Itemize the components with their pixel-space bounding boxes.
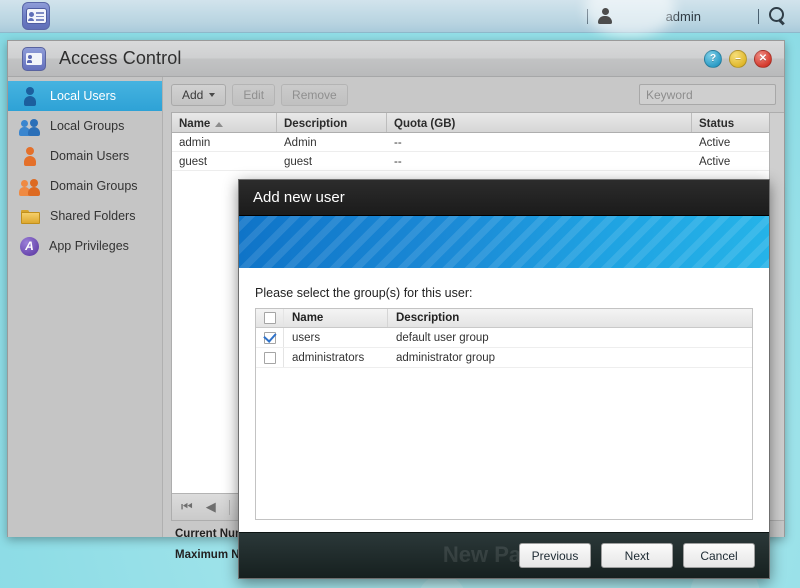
contacts-card-icon[interactable]: [22, 2, 50, 30]
window-titlebar[interactable]: Access Control ? – ✕: [8, 41, 784, 77]
dialog-content: Please select the group(s) for this user…: [239, 268, 769, 532]
sidebar-item-label: Domain Groups: [50, 179, 138, 193]
select-all-checkbox[interactable]: [263, 312, 276, 324]
page-title: Access Control: [59, 48, 182, 68]
contacts-card-icon: [22, 46, 46, 71]
group-description: administrator group: [396, 351, 496, 364]
sidebar-item-domain-groups[interactable]: Domain Groups: [8, 171, 162, 201]
page-prev-icon[interactable]: ◀: [206, 499, 216, 515]
column-header-description[interactable]: Description: [277, 113, 387, 132]
group-checkbox-cell[interactable]: [256, 328, 284, 347]
users-blue-icon: [19, 116, 40, 136]
dialog-titlebar: Add new user: [239, 180, 769, 216]
sidebar: Local Users Local Groups Domain Users Do…: [8, 77, 163, 537]
edit-button[interactable]: Edit: [232, 83, 276, 106]
cell-description: guest: [284, 156, 313, 168]
taskbar-separator: [758, 8, 759, 24]
folder-icon: [20, 206, 40, 226]
user-orange-icon: [20, 146, 40, 166]
group-selection-table: Name Description users default user grou…: [255, 308, 753, 520]
sidebar-item-label: Local Users: [50, 89, 116, 103]
user-blue-icon: [20, 86, 40, 106]
help-button[interactable]: ?: [704, 49, 722, 68]
group-name: administrators: [292, 351, 365, 364]
column-label: Description: [284, 118, 348, 130]
sidebar-item-local-users[interactable]: Local Users: [8, 81, 162, 111]
add-button[interactable]: Add: [171, 83, 227, 106]
table-row[interactable]: admin Admin -- Active: [172, 133, 784, 152]
dialog-banner: [239, 216, 769, 268]
close-icon: ✕: [758, 52, 768, 64]
sidebar-item-shared-folders[interactable]: Shared Folders: [8, 201, 162, 231]
dialog-instruction: Please select the group(s) for this user…: [255, 286, 473, 300]
column-header-name[interactable]: Name: [172, 113, 277, 132]
minimize-button[interactable]: –: [729, 49, 747, 68]
column-label: Name: [179, 118, 211, 130]
cancel-button-label: Cancel: [700, 548, 738, 563]
group-table-header-row: Name Description: [256, 309, 752, 328]
search-input[interactable]: [639, 84, 776, 105]
close-button[interactable]: ✕: [754, 49, 772, 68]
cell-quota: --: [394, 156, 402, 168]
group-column-header-name[interactable]: Name: [284, 309, 388, 327]
column-header-quota[interactable]: Quota (GB): [387, 113, 692, 132]
column-label: Quota (GB): [394, 118, 456, 130]
cell-description: Admin: [284, 137, 317, 149]
cancel-button[interactable]: Cancel: [683, 543, 755, 568]
remove-button-label: Remove: [292, 87, 337, 102]
next-button-label: Next: [624, 548, 650, 563]
sidebar-item-label: Domain Users: [50, 149, 130, 163]
window-controls: ? – ✕: [704, 49, 772, 68]
person-icon[interactable]: [597, 7, 614, 25]
page-first-icon[interactable]: ⏮: [181, 499, 193, 515]
cell-name: guest: [179, 156, 208, 168]
sidebar-item-local-groups[interactable]: Local Groups: [8, 111, 162, 141]
add-button-label: Add: [182, 87, 204, 102]
column-label: Name: [292, 312, 324, 324]
minimize-icon: –: [735, 52, 741, 64]
sidebar-item-label: Shared Folders: [50, 209, 136, 223]
previous-button-label: Previous: [531, 548, 579, 563]
sidebar-item-app-privileges[interactable]: A App Privileges: [8, 231, 162, 261]
sidebar-item-domain-users[interactable]: Domain Users: [8, 141, 162, 171]
next-button[interactable]: Next: [601, 543, 673, 568]
pagination-separator: [228, 499, 230, 515]
cell-name: admin: [179, 137, 211, 149]
table-header-row: Name Description Quota (GB) Status: [172, 113, 784, 133]
edit-button-label: Edit: [243, 87, 265, 102]
select-all-cell[interactable]: [256, 309, 284, 327]
dialog-title: Add new user: [253, 189, 345, 206]
vertical-scrollbar[interactable]: [769, 112, 784, 521]
group-row[interactable]: users default user group: [256, 328, 752, 348]
app-privileges-icon: A: [20, 236, 39, 256]
table-row[interactable]: guest guest -- Active: [172, 152, 784, 171]
group-checkbox-cell[interactable]: [256, 348, 284, 367]
sidebar-item-label: App Privileges: [49, 239, 129, 253]
group-description: default user group: [396, 331, 489, 344]
cell-quota: --: [394, 137, 402, 149]
group-checkbox[interactable]: [263, 331, 276, 344]
toolbar: Add Edit Remove: [163, 77, 784, 112]
taskbar: admin: [0, 0, 800, 38]
sort-ascending-icon: [215, 121, 224, 127]
sidebar-item-label: Local Groups: [50, 119, 125, 133]
search-icon[interactable]: [768, 6, 787, 26]
help-icon: ?: [709, 52, 717, 64]
users-orange-icon: [19, 176, 40, 196]
chevron-down-icon: [209, 92, 216, 97]
group-checkbox[interactable]: [263, 351, 276, 364]
remove-button[interactable]: Remove: [281, 83, 348, 106]
group-row[interactable]: administrators administrator group: [256, 348, 752, 368]
column-label: Description: [396, 312, 460, 324]
column-label: Status: [699, 118, 735, 130]
dialog-footer: New Page 1 Previous Next Cancel: [239, 532, 769, 578]
previous-button[interactable]: Previous: [519, 543, 591, 568]
group-name: users: [292, 331, 321, 344]
group-column-header-description[interactable]: Description: [388, 309, 752, 327]
add-new-user-dialog: Add new user Please select the group(s) …: [238, 179, 770, 579]
